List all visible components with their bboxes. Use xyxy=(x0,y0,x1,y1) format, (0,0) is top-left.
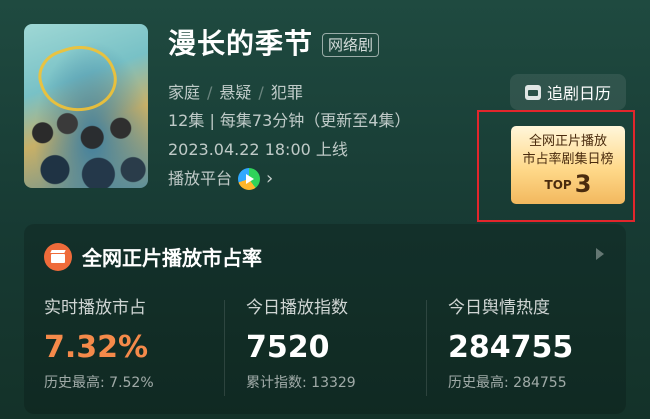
stat-sub: 累计指数: 13329 xyxy=(246,375,356,391)
stat-value: 7520 xyxy=(246,330,330,365)
stat-label: 今日播放指数 xyxy=(246,298,348,318)
stat-sub: 历史最高: 7.52% xyxy=(44,375,154,391)
clapperboard-icon xyxy=(44,242,72,271)
play-platform-label: 播放平台 xyxy=(168,169,233,188)
rank-card-line1: 全网正片播放 xyxy=(528,134,607,149)
rank-card[interactable]: 全网正片播放 市占率剧集日榜 TOP 3 xyxy=(511,126,625,204)
play-logo-icon[interactable] xyxy=(238,168,261,190)
triangle-right-icon[interactable] xyxy=(596,248,604,260)
play-platform-row[interactable]: 播放平台 › xyxy=(168,166,273,192)
show-title: 漫长的季节 xyxy=(168,27,314,60)
calendar-icon xyxy=(524,84,541,100)
release-time: 2023.04.22 18:00 上线 xyxy=(168,140,348,159)
calendar-button[interactable]: 追剧日历 xyxy=(510,74,626,110)
type-badge: 网络剧 xyxy=(322,33,380,57)
poster-figures xyxy=(24,96,148,188)
genre-tag[interactable]: 家庭 xyxy=(168,83,200,102)
divider xyxy=(224,300,225,396)
poster-image[interactable] xyxy=(24,24,148,188)
genre-list: 家庭 / 悬疑 / 犯罪 xyxy=(168,82,303,104)
rank-top-label: TOP xyxy=(544,178,572,192)
stat-sub: 历史最高: 284755 xyxy=(448,375,567,391)
rank-card-top: TOP 3 xyxy=(511,171,625,198)
genre-tag[interactable]: 悬疑 xyxy=(219,83,251,102)
stat-label: 实时播放市占 xyxy=(44,298,146,318)
calendar-button-label: 追剧日历 xyxy=(546,84,611,103)
rank-card-line2: 市占率剧集日榜 xyxy=(522,152,614,167)
episode-info: 12集 | 每集73分钟（更新至4集） xyxy=(168,111,411,130)
market-share-panel[interactable]: 全网正片播放市占率 实时播放市占 7.32% 历史最高: 7.52% 今日播放指… xyxy=(24,224,626,414)
panel-title: 全网正片播放市占率 xyxy=(82,246,262,270)
genre-tag[interactable]: 犯罪 xyxy=(271,83,303,102)
chevron-right-icon: › xyxy=(266,168,274,189)
genre-separator: / xyxy=(258,83,264,102)
divider xyxy=(426,300,427,396)
stat-realtime-share: 实时播放市占 7.32% 历史最高: 7.52% xyxy=(44,296,154,392)
stat-value: 7.32% xyxy=(44,330,149,365)
rank-top-number: 3 xyxy=(574,170,592,198)
stat-value: 284755 xyxy=(448,330,574,365)
stat-public-heat: 今日舆情热度 284755 历史最高: 284755 xyxy=(448,296,573,392)
stat-daily-index: 今日播放指数 7520 累计指数: 13329 xyxy=(246,296,356,392)
genre-separator: / xyxy=(207,83,213,102)
stat-label: 今日舆情热度 xyxy=(448,298,550,318)
panel-header: 全网正片播放市占率 xyxy=(44,242,262,271)
